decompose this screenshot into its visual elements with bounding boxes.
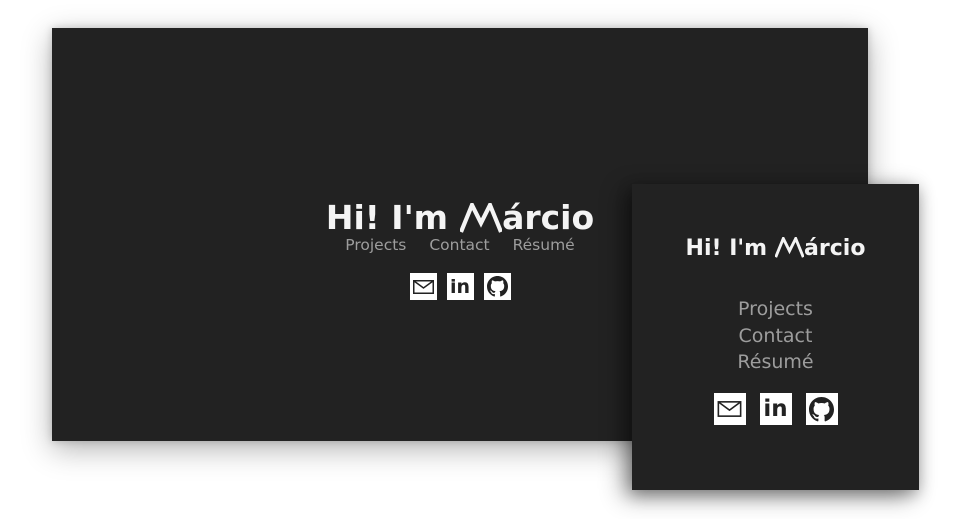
page-title-mobile: Hi! I'm árcio <box>632 236 919 261</box>
nav-resume-link-mobile[interactable]: Résumé <box>737 349 813 376</box>
github-icon[interactable] <box>805 393 838 425</box>
mail-icon[interactable] <box>713 393 746 425</box>
mail-icon[interactable] <box>409 273 437 300</box>
title-name-suffix-mobile: árcio <box>804 236 866 261</box>
linkedin-icon[interactable]: in <box>759 393 792 425</box>
github-icon[interactable] <box>483 273 511 300</box>
m-logo-icon <box>775 237 805 258</box>
m-logo-icon <box>460 203 503 233</box>
title-greeting: Hi! I'm <box>325 198 449 237</box>
linkedin-icon-text: in <box>449 275 471 298</box>
nav-links-mobile: Projects Contact Résumé <box>632 296 919 376</box>
nav-contact-link[interactable]: Contact <box>429 236 489 254</box>
title-name-suffix: árcio <box>502 198 595 237</box>
mobile-preview: Hi! I'm árcio Projects Contact Résumé in <box>632 184 919 490</box>
linkedin-icon-text-mobile: in <box>763 396 788 422</box>
title-greeting-mobile: Hi! I'm <box>685 236 768 261</box>
nav-resume-link[interactable]: Résumé <box>513 236 575 254</box>
nav-contact-link-mobile[interactable]: Contact <box>739 323 813 350</box>
nav-projects-link-mobile[interactable]: Projects <box>738 296 813 323</box>
nav-projects-link[interactable]: Projects <box>345 236 406 254</box>
linkedin-icon[interactable]: in <box>446 273 474 300</box>
social-icons-mobile: in <box>632 393 919 425</box>
